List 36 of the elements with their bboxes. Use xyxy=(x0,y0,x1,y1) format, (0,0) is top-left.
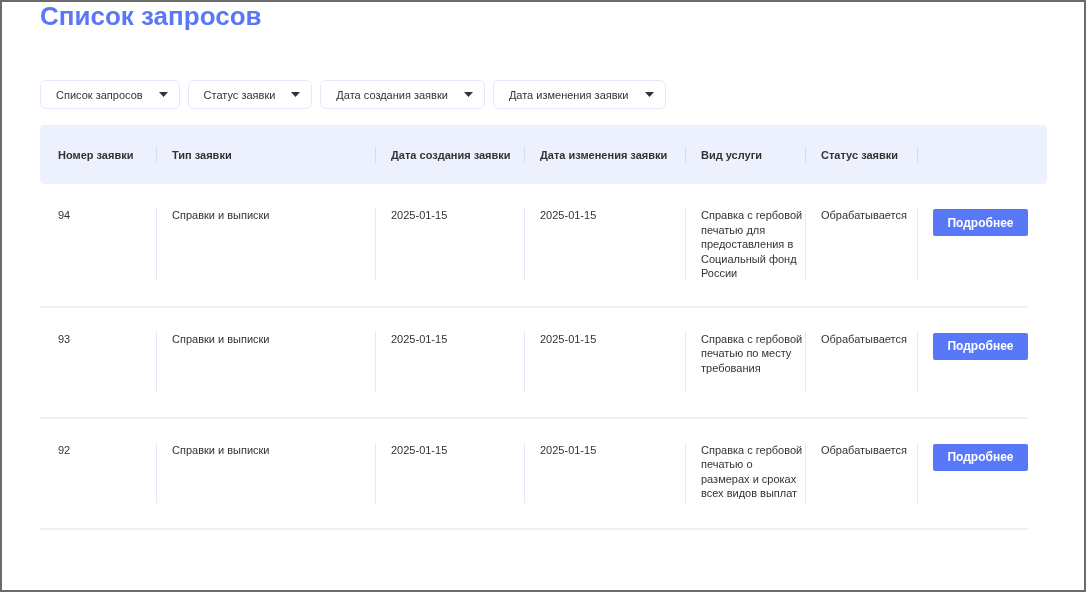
caret-icon xyxy=(291,92,301,97)
caret-icon xyxy=(158,92,168,97)
page-title: Список запросов xyxy=(40,2,263,32)
filter-dropdown[interactable]: Дата создания заявки xyxy=(320,80,485,109)
details-button[interactable]: Подробнее xyxy=(933,332,1028,360)
column-header: Дата изменения заявки xyxy=(540,148,668,161)
service-type: Справка с гербовой печатью по месту требования xyxy=(701,332,803,374)
service-type: Справка с гербовой печатью для предоставления в Социальный фонд России xyxy=(701,209,803,279)
modified-date: 2025-01-15 xyxy=(540,332,597,345)
request-type: Справки и выписки xyxy=(172,332,270,345)
created-date: 2025-01-15 xyxy=(391,443,448,456)
column-header: Тип заявки xyxy=(172,148,232,161)
caret-icon xyxy=(644,92,654,97)
modified-date: 2025-01-15 xyxy=(540,443,597,456)
column-header: Вид услуги xyxy=(701,148,762,161)
request-type: Справки и выписки xyxy=(172,443,270,456)
column-header: Номер заявки xyxy=(58,148,134,161)
created-date: 2025-01-15 xyxy=(391,209,448,221)
caret-icon xyxy=(463,92,473,97)
request-type: Справки и выписки xyxy=(172,209,270,221)
column-header: Статус заявки xyxy=(821,148,899,161)
created-date: 2025-01-15 xyxy=(391,332,448,345)
request-status: Обрабатывается xyxy=(821,443,907,456)
details-button[interactable]: Подробнее xyxy=(933,443,1028,471)
service-type: Справка с гербовой печатью о размерах и сроках всех видов выплат xyxy=(701,443,803,499)
filter-dropdown[interactable]: Список запросов xyxy=(40,80,180,109)
request-number: 93 xyxy=(58,332,71,345)
request-status: Обрабатывается xyxy=(821,332,907,345)
column-header: Дата создания заявки xyxy=(391,148,511,161)
details-button[interactable]: Подробнее xyxy=(933,209,1028,236)
request-number: 92 xyxy=(58,443,71,456)
request-status: Обрабатывается xyxy=(821,209,907,221)
filter-dropdown[interactable]: Дата изменения заявки xyxy=(492,80,666,109)
filter-dropdown[interactable]: Статус заявки xyxy=(187,80,313,109)
modified-date: 2025-01-15 xyxy=(540,209,597,221)
request-number: 94 xyxy=(58,209,71,221)
